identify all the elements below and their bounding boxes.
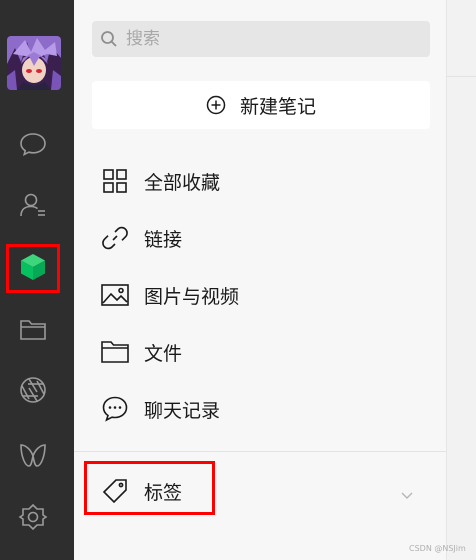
menu-item-images-videos[interactable]: 图片与视频 bbox=[92, 272, 422, 318]
section-divider bbox=[74, 451, 446, 452]
menu-item-label: 聊天记录 bbox=[144, 399, 221, 422]
plus-circle-icon bbox=[206, 95, 226, 115]
chat-bubble-icon bbox=[100, 394, 130, 424]
tags-highlight bbox=[84, 461, 215, 515]
channels-icon[interactable] bbox=[14, 436, 52, 474]
link-icon bbox=[100, 223, 130, 253]
chat-icon[interactable] bbox=[14, 125, 52, 163]
new-note-button[interactable]: 新建笔记 bbox=[92, 81, 430, 129]
moments-aperture-icon[interactable] bbox=[14, 371, 52, 409]
menu-item-label: 文件 bbox=[144, 342, 183, 365]
grid-icon bbox=[100, 166, 130, 196]
search-box[interactable] bbox=[92, 21, 430, 57]
image-icon bbox=[100, 280, 130, 310]
chevron-down-icon[interactable] bbox=[400, 486, 414, 505]
files-folder-icon[interactable] bbox=[14, 310, 52, 348]
mini-programs-icon[interactable] bbox=[14, 498, 52, 536]
menu-item-label: 链接 bbox=[144, 228, 183, 251]
avatar[interactable] bbox=[7, 36, 61, 90]
contacts-icon[interactable] bbox=[14, 186, 52, 224]
sidebar-rail bbox=[0, 0, 74, 560]
watermark: CSDN @NSJim bbox=[409, 544, 466, 553]
new-note-label: 新建笔记 bbox=[239, 95, 316, 118]
menu-item-label: 图片与视频 bbox=[144, 285, 240, 308]
menu-item-all-favorites[interactable]: 全部收藏 bbox=[92, 158, 422, 204]
content-pane bbox=[446, 0, 476, 560]
menu-item-links[interactable]: 链接 bbox=[92, 215, 422, 261]
menu-item-files[interactable]: 文件 bbox=[92, 329, 422, 375]
folder-icon bbox=[100, 337, 130, 367]
menu-item-chat-history[interactable]: 聊天记录 bbox=[92, 386, 422, 432]
content-pane-divider bbox=[447, 76, 476, 77]
search-icon bbox=[100, 30, 118, 48]
menu-item-label: 全部收藏 bbox=[144, 171, 221, 194]
active-item-highlight bbox=[6, 244, 60, 293]
search-input[interactable] bbox=[126, 29, 406, 49]
